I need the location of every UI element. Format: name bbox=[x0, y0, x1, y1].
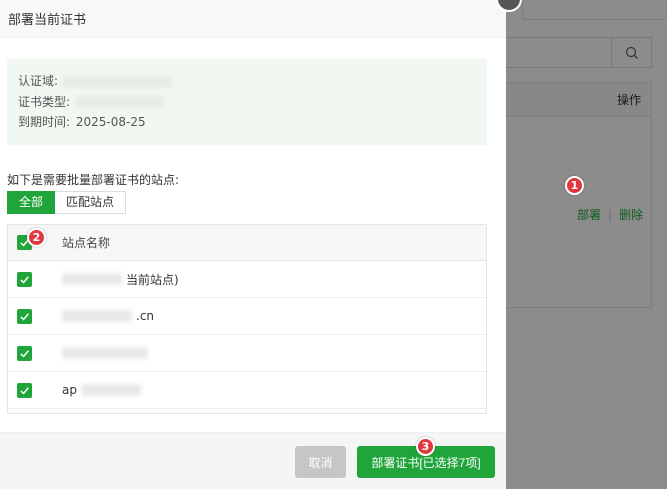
table-row: .cn bbox=[8, 298, 486, 335]
site-table: 站点名称 当前站点) .cn ap bbox=[7, 224, 487, 414]
info-domain: 认证域: bbox=[18, 71, 487, 92]
redacted-site-name bbox=[62, 273, 122, 285]
row-checkbox[interactable] bbox=[17, 271, 32, 287]
redacted-site-name bbox=[62, 347, 148, 359]
certificate-info-box: 认证域: 证书类型: 到期时间: 2025-08-25 bbox=[7, 59, 487, 145]
deploy-certificate-dialog: 部署当前证书 认证域: 证书类型: 到期时间: 2025-08-25 如下是需要… bbox=[0, 0, 522, 489]
check-icon bbox=[20, 386, 29, 394]
info-type: 证书类型: bbox=[18, 92, 487, 113]
site-name-header: 站点名称 bbox=[62, 236, 111, 250]
redacted-site-name bbox=[80, 384, 141, 396]
check-icon bbox=[20, 312, 29, 320]
site-name: 当前站点) bbox=[62, 271, 179, 288]
table-header: 站点名称 bbox=[8, 225, 486, 261]
filter-tabs: 全部 匹配站点 bbox=[7, 191, 127, 214]
site-name-text: .cn bbox=[136, 309, 155, 323]
tab-matched-sites[interactable]: 匹配站点 bbox=[55, 191, 127, 214]
sites-title: 如下是需要批量部署证书的站点: bbox=[7, 173, 180, 187]
tab-all[interactable]: 全部 bbox=[7, 191, 56, 214]
redacted-domain bbox=[61, 75, 172, 88]
info-expiry: 到期时间: 2025-08-25 bbox=[18, 112, 487, 133]
type-label: 证书类型: bbox=[18, 94, 71, 109]
site-name: .cn bbox=[62, 309, 154, 323]
check-icon bbox=[20, 275, 29, 283]
dialog-title: 部署当前证书 bbox=[8, 13, 87, 28]
row-checkbox[interactable] bbox=[17, 308, 32, 324]
step-badge-2: 2 bbox=[27, 228, 46, 247]
cancel-button[interactable]: 取消 bbox=[295, 446, 346, 478]
expiry-value: 2025-08-25 bbox=[75, 115, 146, 129]
table-row: 当前站点) bbox=[8, 261, 486, 298]
domain-label: 认证域: bbox=[18, 74, 59, 88]
dialog-header: 部署当前证书 bbox=[0, 0, 506, 38]
check-icon bbox=[20, 349, 29, 357]
site-name bbox=[62, 347, 152, 359]
site-name-text: ap bbox=[62, 383, 77, 397]
table-row: ap bbox=[8, 372, 486, 409]
site-name: ap bbox=[62, 383, 141, 397]
step-badge-1: 1 bbox=[565, 176, 584, 195]
redacted-site-name bbox=[62, 310, 132, 322]
site-name-text: 当前站点) bbox=[126, 272, 179, 287]
row-checkbox[interactable] bbox=[17, 345, 32, 361]
table-row bbox=[8, 335, 486, 372]
row-checkbox[interactable] bbox=[17, 382, 32, 398]
dialog-body: 认证域: 证书类型: 到期时间: 2025-08-25 如下是需要批量部署证书的… bbox=[0, 39, 506, 432]
redacted-type bbox=[73, 96, 164, 108]
step-badge-3: 3 bbox=[416, 437, 435, 456]
expiry-label: 到期时间: bbox=[18, 115, 71, 129]
